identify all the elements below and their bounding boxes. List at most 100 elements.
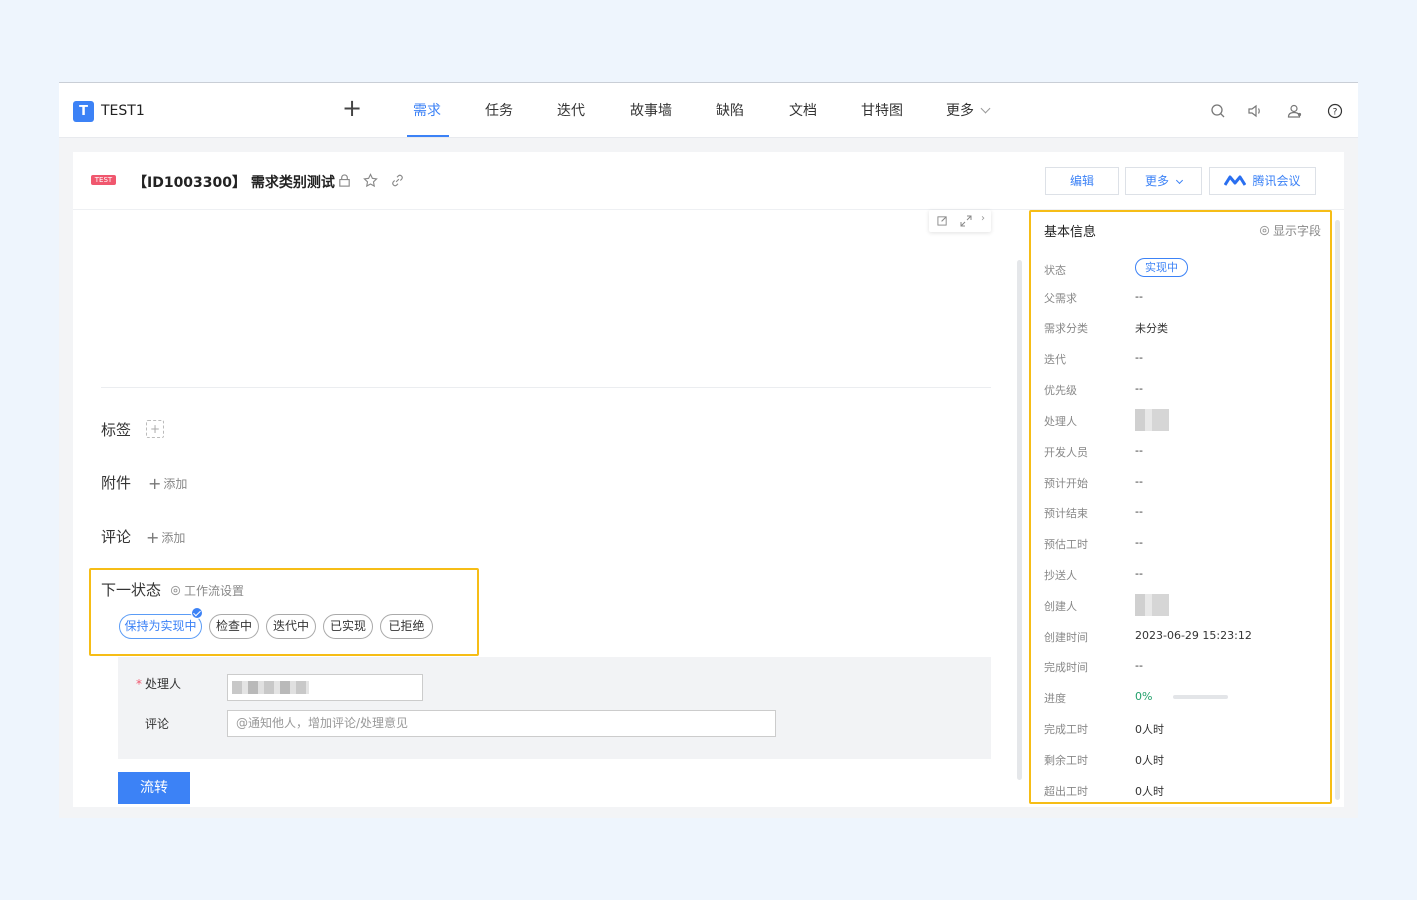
nav-more-label: 更多 — [946, 103, 974, 119]
state-option-iterating[interactable]: 迭代中 — [266, 614, 316, 639]
nav-tab-story-wall[interactable]: 故事墙 — [630, 100, 672, 120]
field-value-iteration[interactable]: -- — [1135, 351, 1143, 364]
show-fields-label: 显示字段 — [1272, 224, 1321, 238]
field-value-cc[interactable]: -- — [1135, 567, 1143, 580]
field-label-developer: 开发人员 — [1044, 446, 1088, 459]
star-icon[interactable] — [363, 173, 378, 188]
help-icon[interactable]: ? — [1327, 103, 1343, 119]
add-comment-button[interactable]: + 添加 — [146, 527, 186, 547]
workflow-setting-label: 工作流设置 — [184, 584, 245, 598]
tencent-meeting-button[interactable]: 腾讯会议 — [1209, 167, 1316, 195]
nav-tab-more[interactable]: 更多 — [946, 100, 991, 120]
required-mark: * — [136, 677, 142, 691]
edit-button[interactable]: 编辑 — [1045, 167, 1119, 195]
nav-tab-requirements[interactable]: 需求 — [413, 100, 441, 120]
field-value-done-hours: 0人时 — [1135, 723, 1164, 736]
plus-icon: + — [146, 528, 160, 547]
project-logo[interactable]: T — [73, 101, 94, 122]
field-label-remaining-hours: 剩余工时 — [1044, 754, 1088, 767]
field-value-over-hours: 0人时 — [1135, 785, 1164, 798]
add-comment-label: 添加 — [161, 531, 186, 545]
workflow-setting-link[interactable]: 工作流设置 — [170, 582, 244, 599]
transition-submit-button[interactable]: 流转 — [118, 772, 190, 804]
nav-tab-iterations[interactable]: 迭代 — [557, 100, 585, 120]
check-icon — [191, 607, 203, 619]
attachments-label: 附件 — [101, 474, 132, 492]
state-option-done[interactable]: 已实现 — [323, 614, 373, 639]
basic-info-panel: 基本信息 显示字段 状态 实现中 父需求 -- 需求分类 未分类 迭代 -- 优… — [1029, 210, 1333, 804]
app-window: T TEST1 + 需求 任务 迭代 故事墙 缺陷 文档 甘特图 更多 ? TE… — [59, 82, 1358, 818]
search-icon[interactable] — [1210, 103, 1226, 119]
field-label-planned-end: 预计结束 — [1044, 507, 1088, 520]
more-button-label: 更多 — [1144, 174, 1169, 188]
field-label-planned-start: 预计开始 — [1044, 477, 1088, 490]
field-value-remaining-hours: 0人时 — [1135, 754, 1164, 767]
side-scrollbar[interactable] — [1335, 220, 1340, 800]
more-button[interactable]: 更多 — [1125, 167, 1202, 195]
field-value-category[interactable]: 未分类 — [1135, 320, 1168, 336]
progress-bar — [1173, 695, 1228, 699]
chevron-right-icon[interactable]: › — [981, 213, 985, 224]
tencent-meeting-label: 腾讯会议 — [1252, 174, 1301, 188]
comments-label: 评论 — [101, 528, 132, 546]
field-value-parent[interactable]: -- — [1135, 290, 1143, 303]
field-label-progress: 进度 — [1044, 692, 1066, 705]
state-option-keep[interactable]: 保持为实现中 — [119, 614, 202, 639]
gear-icon — [1259, 225, 1270, 236]
speaker-icon[interactable] — [1247, 103, 1263, 119]
nav-tab-gantt[interactable]: 甘特图 — [861, 100, 903, 120]
comment-label: 评论 — [145, 717, 170, 731]
nav-active-indicator — [407, 135, 449, 137]
user-icon[interactable] — [1287, 103, 1303, 119]
field-value-finished-time: -- — [1135, 659, 1143, 672]
field-label-priority: 优先级 — [1044, 384, 1077, 397]
tencent-meeting-icon — [1224, 175, 1247, 186]
main-scrollbar[interactable] — [1017, 260, 1022, 780]
requirement-title: 【ID1003300】 需求类别测试 — [133, 175, 335, 191]
add-icon[interactable]: + — [342, 96, 362, 120]
editor-toolbar: › — [929, 210, 991, 232]
field-label-cc: 抄送人 — [1044, 569, 1077, 582]
field-label-assignee: 处理人 — [1044, 415, 1077, 428]
detail-header: TEST 【ID1003300】 需求类别测试 编辑 更多 腾讯会议 — [73, 152, 1344, 210]
nav-tab-docs[interactable]: 文档 — [789, 100, 817, 120]
field-label-estimate: 预估工时 — [1044, 538, 1088, 551]
lock-icon[interactable] — [337, 173, 352, 188]
expand-icon[interactable] — [960, 215, 972, 227]
next-state-title: 下一状态 — [101, 581, 162, 599]
creator-avatar — [1135, 594, 1169, 616]
edit-icon[interactable] — [937, 215, 948, 226]
state-option-rejected[interactable]: 已拒绝 — [380, 614, 433, 639]
field-value-progress[interactable]: 0% — [1135, 690, 1152, 703]
field-label-category: 需求分类 — [1044, 322, 1088, 335]
field-value-planned-start[interactable]: -- — [1135, 475, 1143, 488]
comment-input[interactable]: @通知他人，增加评论/处理意见 — [227, 710, 776, 737]
project-name[interactable]: TEST1 — [101, 103, 145, 119]
state-option-review[interactable]: 检查中 — [209, 614, 259, 639]
field-label-parent: 父需求 — [1044, 292, 1077, 305]
add-attachment-button[interactable]: + 添加 — [148, 473, 188, 493]
field-value-estimate[interactable]: -- — [1135, 536, 1143, 549]
field-label-iteration: 迭代 — [1044, 353, 1066, 366]
content-divider — [101, 387, 991, 388]
chevron-down-icon — [1175, 176, 1184, 185]
field-label-finished-time: 完成时间 — [1044, 661, 1088, 674]
field-label-over-hours: 超出工时 — [1044, 785, 1088, 798]
assignee-label-text: 处理人 — [145, 677, 182, 691]
field-value-planned-end[interactable]: -- — [1135, 505, 1143, 518]
type-badge: TEST — [91, 175, 116, 185]
add-tag-button[interactable]: + — [146, 420, 164, 438]
show-fields-link[interactable]: 显示字段 — [1259, 222, 1321, 239]
gear-icon — [170, 585, 181, 596]
nav-tab-defects[interactable]: 缺陷 — [716, 100, 744, 120]
nav-tab-tasks[interactable]: 任务 — [485, 100, 513, 120]
field-label-created-time: 创建时间 — [1044, 631, 1088, 644]
status-badge[interactable]: 实现中 — [1135, 258, 1188, 277]
basic-info-title: 基本信息 — [1044, 225, 1097, 240]
transition-form: * 处理人 评论 @通知他人，增加评论/处理意见 — [118, 657, 991, 759]
link-icon[interactable] — [390, 173, 405, 188]
field-value-developer[interactable]: -- — [1135, 444, 1143, 457]
add-attachment-label: 添加 — [163, 477, 188, 491]
assignee-avatar[interactable] — [1135, 409, 1169, 431]
field-value-priority[interactable]: -- — [1135, 382, 1143, 395]
